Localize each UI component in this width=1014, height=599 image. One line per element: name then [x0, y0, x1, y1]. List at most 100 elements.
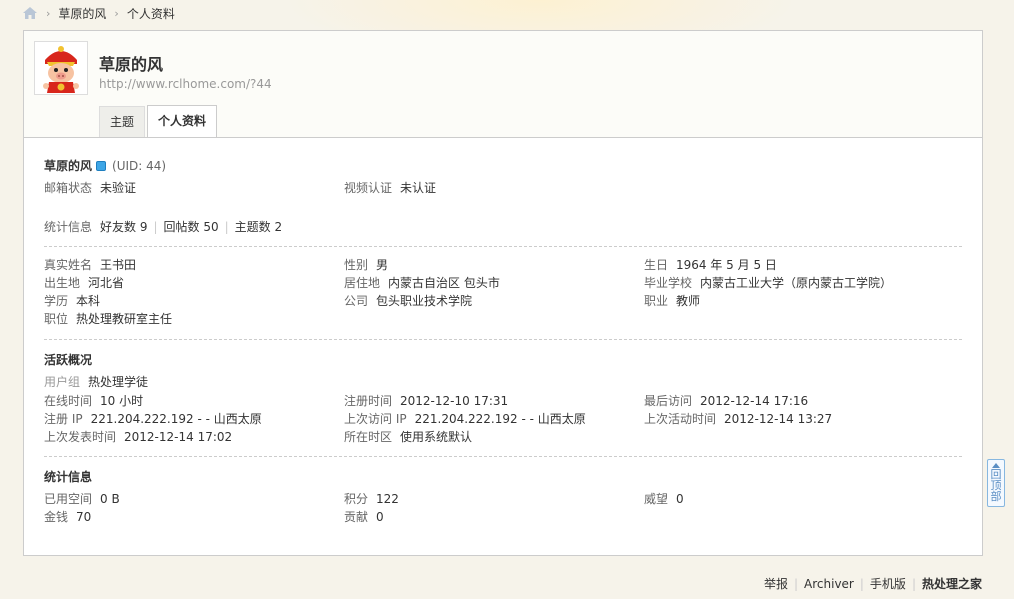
birthplace: 出生地 河北省 [44, 274, 124, 292]
company-label: 公司 [344, 294, 369, 308]
register-ip-value: 221.204.222.192 - - 山西太原 [90, 412, 262, 426]
profile-panel: 草原的风 http://www.rclhome.com/?44 主题 个人资料 … [23, 30, 983, 556]
back-to-top-button[interactable]: 回 顶 部 [987, 459, 1005, 507]
report-link[interactable]: 举报 [764, 575, 788, 592]
stats-row: 统计信息 好友数 9 | 回帖数 50 | 主题数 2 [44, 218, 282, 236]
last-active-value: 2012-12-14 13:27 [724, 412, 833, 426]
realname-label: 真实姓名 [44, 258, 93, 272]
occupation-label: 职业 [644, 294, 669, 308]
prestige-value: 0 [676, 492, 684, 506]
contribution-value: 0 [376, 510, 384, 524]
birthplace-label: 出生地 [44, 276, 81, 290]
name-row: 草原的风 (UID: 44) [44, 157, 174, 175]
credits-value: 122 [376, 492, 399, 506]
used-space-label: 已用空间 [44, 492, 93, 506]
site-brand-link[interactable]: 热处理之家 [922, 575, 982, 592]
last-visit-label: 最后访问 [644, 394, 693, 408]
last-visit-value: 2012-12-14 17:16 [700, 394, 809, 408]
user-group: 用户组 热处理学徒 [44, 373, 148, 391]
tab-threads[interactable]: 主题 [99, 106, 146, 137]
occupation-value: 教师 [676, 294, 701, 308]
home-icon[interactable] [22, 6, 38, 20]
back-to-top-char: 部 [990, 490, 1002, 503]
timezone: 所在时区 使用系统默认 [344, 428, 472, 446]
school-label: 毕业学校 [644, 276, 693, 290]
pig-avatar-icon [35, 42, 87, 94]
activity-title: 活跃概况 [44, 353, 93, 367]
profile-username: 草原的风 [99, 55, 164, 74]
position: 职位 热处理教研室主任 [44, 310, 172, 328]
register-time: 注册时间 2012-12-10 17:31 [344, 392, 508, 410]
last-post-label: 上次发表时间 [44, 430, 117, 444]
contribution-label: 贡献 [344, 510, 369, 524]
register-time-value: 2012-12-10 17:31 [400, 394, 509, 408]
gender-label: 性别 [344, 258, 369, 272]
space-url[interactable]: http://www.rclhome.com/?44 [99, 77, 272, 91]
breadcrumb: › 草原的风 › 个人资料 [22, 4, 175, 22]
education-value: 本科 [76, 294, 101, 308]
position-value: 热处理教研室主任 [76, 312, 173, 326]
last-ip-label: 上次访问 IP [344, 412, 407, 426]
breadcrumb-separator: › [46, 6, 51, 20]
friends-count-link[interactable]: 好友数 9 [100, 220, 147, 234]
online-time: 在线时间 10 小时 [44, 392, 143, 410]
online-time-value: 10 小时 [100, 394, 144, 408]
last-active-label: 上次活动时间 [644, 412, 717, 426]
realname: 真实姓名 王书田 [44, 256, 136, 274]
replies-count-link[interactable]: 回帖数 50 [164, 220, 219, 234]
video-status-value: 未认证 [400, 181, 437, 195]
birthday-value: 1964 年 5 月 5 日 [676, 258, 777, 272]
stats-label: 统计信息 [44, 220, 93, 234]
credits: 积分 122 [344, 490, 399, 508]
education-label: 学历 [44, 294, 69, 308]
email-status-value: 未验证 [100, 181, 137, 195]
divider [44, 339, 962, 340]
birthday-label: 生日 [644, 258, 669, 272]
verified-icon [96, 161, 107, 171]
divider: | [793, 576, 799, 591]
breadcrumb-profile-link[interactable]: 个人资料 [127, 5, 175, 22]
prestige: 威望 0 [644, 490, 684, 508]
user-group-label: 用户组 [44, 375, 81, 389]
archiver-link[interactable]: Archiver [804, 577, 854, 591]
occupation: 职业 教师 [644, 292, 700, 310]
profile-tabs: 主题 个人资料 [99, 105, 219, 137]
money-value: 70 [76, 510, 92, 524]
last-post-value: 2012-12-14 17:02 [124, 430, 233, 444]
residence-value: 内蒙古自治区 包头市 [388, 276, 500, 290]
email-status-label: 邮箱状态 [44, 181, 93, 195]
mobile-link[interactable]: 手机版 [870, 575, 906, 592]
video-status: 视频认证 未认证 [344, 179, 436, 197]
video-status-label: 视频认证 [344, 181, 393, 195]
statistics-title: 统计信息 [44, 470, 93, 484]
breadcrumb-separator: › [114, 6, 119, 20]
threads-count-link[interactable]: 主题数 2 [235, 220, 282, 234]
money-label: 金钱 [44, 510, 69, 524]
school-value: 内蒙古工业大学（原内蒙古工学院） [700, 276, 893, 290]
divider: | [224, 220, 229, 234]
money: 金钱 70 [44, 508, 91, 526]
company-value: 包头职业技术学院 [376, 294, 473, 308]
breadcrumb-user-link[interactable]: 草原的风 [58, 5, 106, 22]
last-active: 上次活动时间 2012-12-14 13:27 [644, 410, 832, 428]
realname-value: 王书田 [100, 258, 137, 272]
education: 学历 本科 [44, 292, 100, 310]
contribution: 贡献 0 [344, 508, 384, 526]
user-group-link[interactable]: 热处理学徒 [88, 375, 148, 389]
divider: | [859, 576, 864, 591]
avatar[interactable] [34, 41, 88, 95]
footer-links: 举报 | Archiver | 手机版 | 热处理之家 [764, 575, 982, 592]
tab-profile[interactable]: 个人资料 [147, 105, 218, 137]
used-space: 已用空间 0 B [44, 490, 120, 508]
school: 毕业学校 内蒙古工业大学（原内蒙古工学院） [644, 274, 892, 292]
register-ip-label: 注册 IP [44, 412, 83, 426]
divider: | [153, 220, 158, 234]
timezone-value: 使用系统默认 [400, 430, 473, 444]
used-space-value: 0 B [100, 492, 120, 506]
register-ip: 注册 IP 221.204.222.192 - - 山西太原 [44, 410, 262, 428]
position-label: 职位 [44, 312, 69, 326]
register-time-label: 注册时间 [344, 394, 393, 408]
gender: 性别男 [344, 256, 388, 274]
last-visit: 最后访问 2012-12-14 17:16 [644, 392, 808, 410]
profile-header: 草原的风 http://www.rclhome.com/?44 主题 个人资料 [24, 31, 982, 138]
